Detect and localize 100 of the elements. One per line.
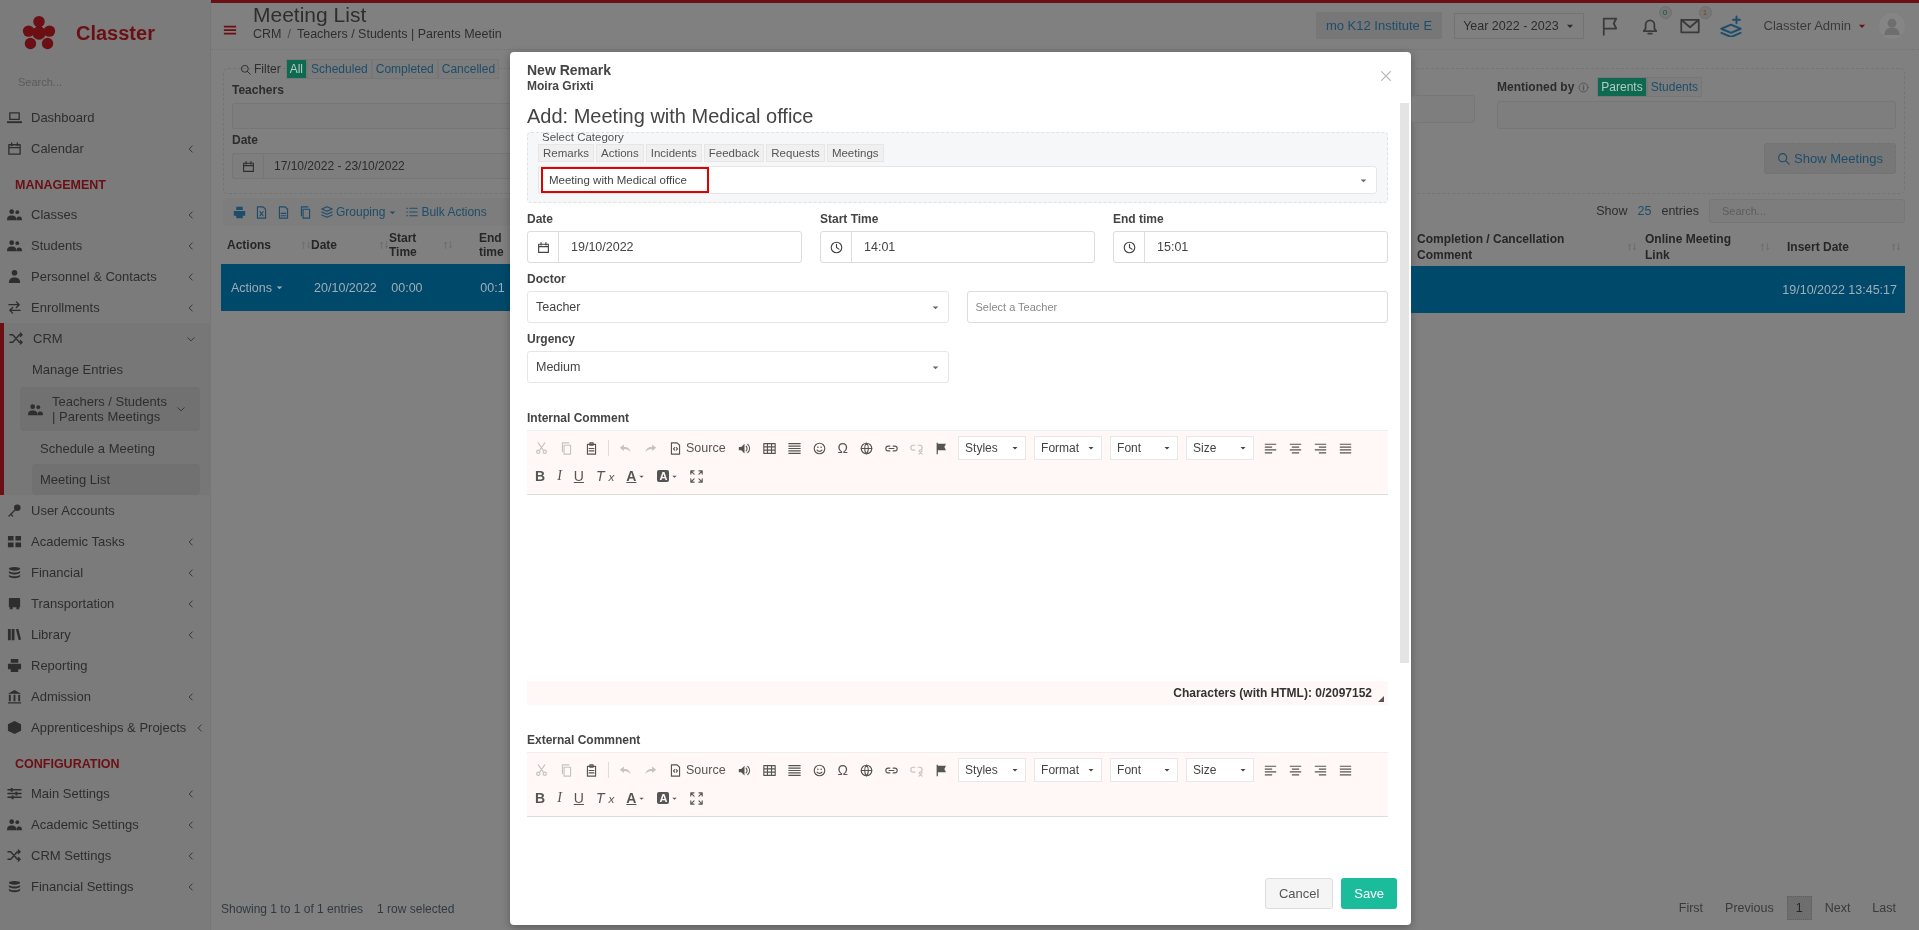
italic-button[interactable]: I [555, 787, 564, 809]
editor-dropdown[interactable]: Styles [958, 758, 1027, 782]
excel-button[interactable] [255, 205, 268, 219]
category-tab[interactable]: Feedback [703, 144, 765, 162]
sidebar-item[interactable]: Schedule a Meeting [4, 433, 210, 464]
filter-tab[interactable]: All [285, 59, 307, 79]
save-button[interactable]: Save [1341, 878, 1397, 909]
filter-tab[interactable]: Cancelled [437, 59, 500, 79]
teachers-field[interactable] [232, 103, 510, 129]
sidebar-item[interactable]: Academic Settings [0, 809, 210, 840]
doctor-type-select[interactable]: Teacher [527, 291, 949, 323]
column-header[interactable]: Insert Date [1787, 239, 1887, 255]
scrollbar[interactable] [1400, 103, 1409, 663]
teacher-select[interactable]: Select a Teacher [966, 291, 1388, 323]
urgency-select[interactable]: Medium [527, 351, 949, 383]
column-header[interactable]: Completion / Cancellation Comment [1417, 231, 1587, 263]
editor-dropdown[interactable]: Font [1110, 758, 1179, 782]
close-button[interactable] [1379, 68, 1393, 84]
breadcrumb-link[interactable]: CRM [253, 27, 282, 41]
sidebar-item[interactable]: Main Settings [0, 778, 210, 809]
sidebar-item[interactable]: Reporting [0, 650, 210, 681]
sidebar-item[interactable]: Library [0, 619, 210, 650]
editor-dropdown[interactable]: Format [1034, 436, 1103, 460]
category-tab[interactable]: Meetings [826, 144, 884, 162]
special-character-button[interactable]: Ω [835, 437, 851, 459]
teachers-field[interactable] [1411, 95, 1475, 123]
page-size-select[interactable]: 25 [1637, 204, 1652, 218]
menu-button[interactable] [223, 23, 237, 37]
text-color-button[interactable]: A [624, 787, 648, 809]
print-button[interactable] [233, 205, 246, 219]
table-row[interactable]: Actions 20/10/2022 00:00 00:1 [221, 264, 510, 311]
italic-button[interactable]: I [555, 465, 564, 487]
date-field[interactable]: 19/10/2022 [527, 231, 802, 263]
sidebar-item[interactable]: CRM Settings [0, 840, 210, 871]
category-tab[interactable]: Requests [766, 144, 825, 162]
institute-button[interactable]: mo K12 Institute E [1315, 12, 1443, 39]
sidebar-item[interactable]: Enrollments [0, 292, 210, 323]
table-row[interactable]: 19/10/2022 13:45:17 [1411, 266, 1905, 313]
copy-button[interactable] [299, 205, 312, 219]
user-menu[interactable]: Classter Admin [1763, 18, 1867, 33]
cancel-button[interactable]: Cancel [1264, 878, 1334, 909]
sidebar-item[interactable]: Apprenticeships & Projects [0, 712, 210, 743]
editor-dropdown[interactable]: Styles [958, 436, 1027, 460]
pagination-button[interactable]: Last [1863, 896, 1905, 920]
category-tab[interactable]: Remarks [538, 144, 594, 162]
sidebar-item[interactable]: User Accounts [0, 495, 210, 526]
background-color-button[interactable]: A [655, 465, 681, 487]
sidebar-item[interactable]: Dashboard [0, 102, 210, 133]
actions-dropdown[interactable]: Actions [231, 280, 284, 295]
time-field[interactable]: 15:01 [1113, 231, 1388, 263]
sidebar-item[interactable]: Admission [0, 681, 210, 712]
bulk-actions-button[interactable]: Bulk Actions [406, 205, 487, 219]
filter-tab[interactable]: Scheduled [307, 59, 372, 79]
sidebar-item[interactable]: Students [0, 230, 210, 261]
source-button[interactable]: Source [667, 759, 728, 781]
resize-handle-icon[interactable] [1378, 696, 1384, 702]
grouping-button[interactable]: Grouping [321, 205, 398, 219]
sidebar-item[interactable]: Manage Entries [4, 354, 210, 385]
pagination-button[interactable]: 1 [1786, 896, 1812, 920]
show-meetings-button[interactable]: Show Meetings [1764, 143, 1896, 174]
sidebar-item[interactable]: CRM [4, 323, 210, 354]
sidebar-item[interactable]: Academic Tasks [0, 526, 210, 557]
toggle-option[interactable]: Parents [1597, 77, 1647, 97]
sidebar-item[interactable]: Teachers / Students | Parents Meetings [20, 387, 200, 431]
column-header[interactable]: Date [311, 238, 375, 252]
sidebar-item[interactable]: Calendar [0, 133, 210, 164]
filter-tab[interactable]: Completed [371, 59, 438, 79]
pagination-button[interactable]: First [1669, 896, 1713, 920]
column-header[interactable]: Actions [227, 238, 297, 252]
sidebar-item[interactable]: Classes [0, 199, 210, 230]
editor-dropdown[interactable]: Size [1186, 436, 1255, 460]
column-header[interactable]: Start Time [389, 231, 439, 259]
year-dropdown[interactable]: Year 2022 - 2023 [1454, 12, 1584, 39]
background-color-button[interactable]: A [655, 787, 681, 809]
sidebar-item[interactable]: Meeting List [32, 464, 200, 495]
editor-dropdown[interactable]: Font [1110, 436, 1179, 460]
breadcrumb-link[interactable]: Teachers / Students | Parents Meetin [296, 27, 502, 41]
sidebar-item[interactable]: Transportation [0, 588, 210, 619]
sidebar-item[interactable]: Financial [0, 557, 210, 588]
text-color-button[interactable]: A [624, 465, 648, 487]
time-field[interactable]: 14:01 [820, 231, 1095, 263]
bold-button[interactable]: B [533, 465, 548, 487]
pagination-button[interactable]: Next [1815, 896, 1860, 920]
category-tab[interactable]: Actions [596, 144, 644, 162]
underline-button[interactable]: U [571, 787, 586, 809]
date-range-field[interactable]: 17/10/2022 - 23/10/2022 [232, 153, 510, 179]
category-tab[interactable]: Incidents [645, 144, 702, 162]
pagination-button[interactable]: Previous [1716, 896, 1783, 920]
category-select[interactable]: Meeting with Medical office [538, 166, 1377, 194]
editor-dropdown[interactable]: Format [1034, 758, 1103, 782]
underline-button[interactable]: U [571, 465, 586, 487]
column-header[interactable]: Online Meeting Link [1645, 231, 1740, 263]
column-header[interactable]: End time [479, 231, 509, 259]
bold-button[interactable]: B [533, 787, 548, 809]
editor-dropdown[interactable]: Size [1186, 758, 1255, 782]
source-button[interactable]: Source [667, 437, 728, 459]
sidebar-item[interactable]: Financial Settings [0, 871, 210, 902]
special-character-button[interactable]: Ω [835, 759, 851, 781]
csv-button[interactable] [277, 205, 290, 219]
sidebar-item[interactable]: Personnel & Contacts [0, 261, 210, 292]
